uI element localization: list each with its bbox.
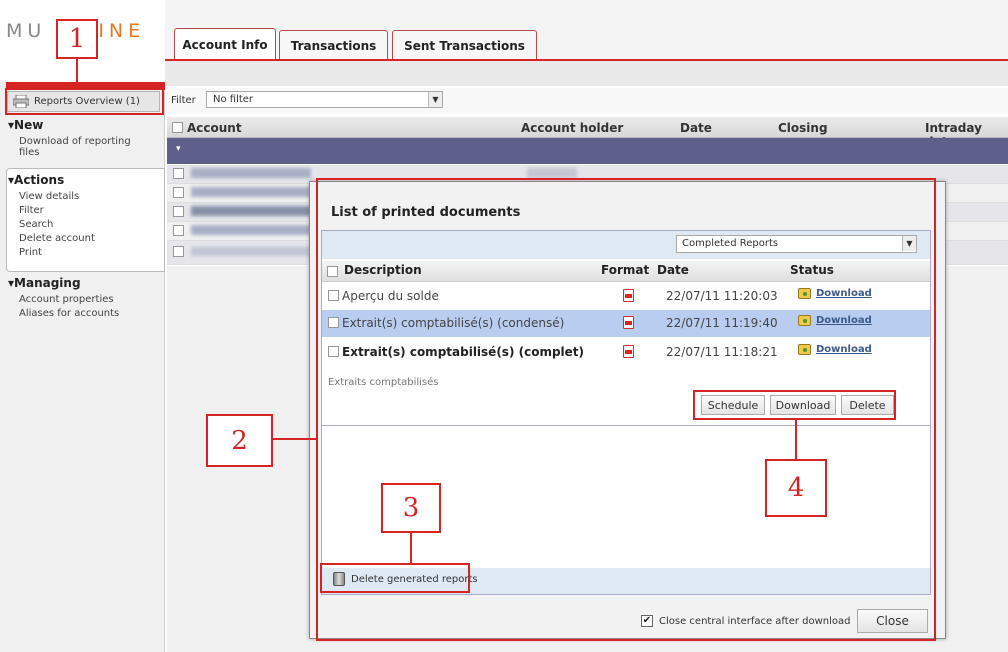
chevron-down-icon: ▼ [428,92,442,107]
select-all-checkbox[interactable] [172,122,183,133]
annotation-label-3: 3 [381,483,441,533]
sidebar-heading-new: ▾New [8,118,44,132]
filter-label: Filter [171,95,196,106]
toolbar-strip [165,61,1008,86]
sidebar-item-download-reporting[interactable]: Download of reporting files [19,136,149,158]
annotation-box-3 [320,563,470,593]
col-account[interactable]: Account [187,121,242,135]
annotation-line-4 [795,420,797,459]
col-account-holder[interactable]: Account holder [521,121,623,135]
col-closing[interactable]: Closing [778,121,828,135]
row-checkbox[interactable] [173,168,184,179]
sidebar-item-delete-account[interactable]: Delete account [19,233,95,245]
annotation-line-1 [76,59,78,88]
filter-select[interactable]: No filter ▼ [206,91,443,108]
annotation-box-4 [693,390,896,420]
group-header-row[interactable]: ▾ [167,138,1008,164]
sidebar-item-aliases[interactable]: Aliases for accounts [19,308,119,320]
row-checkbox[interactable] [173,225,184,236]
tab-account-info[interactable]: Account Info [174,28,276,60]
chevron-down-icon: ▾ [176,144,181,154]
col-date[interactable]: Date [680,121,712,135]
row-checkbox[interactable] [173,246,184,257]
tab-sent-transactions[interactable]: Sent Transactions [392,30,537,60]
sidebar-item-filter[interactable]: Filter [19,205,44,217]
tab-transactions[interactable]: Transactions [279,30,388,60]
annotation-line-3 [410,533,412,563]
annotation-label-2: 2 [206,414,273,467]
annotation-label-4: 4 [765,459,827,517]
sidebar-item-search[interactable]: Search [19,219,53,231]
annotation-box-1 [5,88,164,115]
row-checkbox[interactable] [173,206,184,217]
sidebar-item-account-properties[interactable]: Account properties [19,294,114,306]
sidebar-item-view-details[interactable]: View details [19,191,79,203]
row-checkbox[interactable] [173,187,184,198]
sidebar-heading-actions: ▾Actions [8,173,65,187]
annotation-line-2 [273,438,316,440]
annotation-label-1: 1 [56,19,98,59]
sidebar-heading-managing: ▾Managing [8,276,81,290]
sidebar-item-print[interactable]: Print [19,247,42,259]
